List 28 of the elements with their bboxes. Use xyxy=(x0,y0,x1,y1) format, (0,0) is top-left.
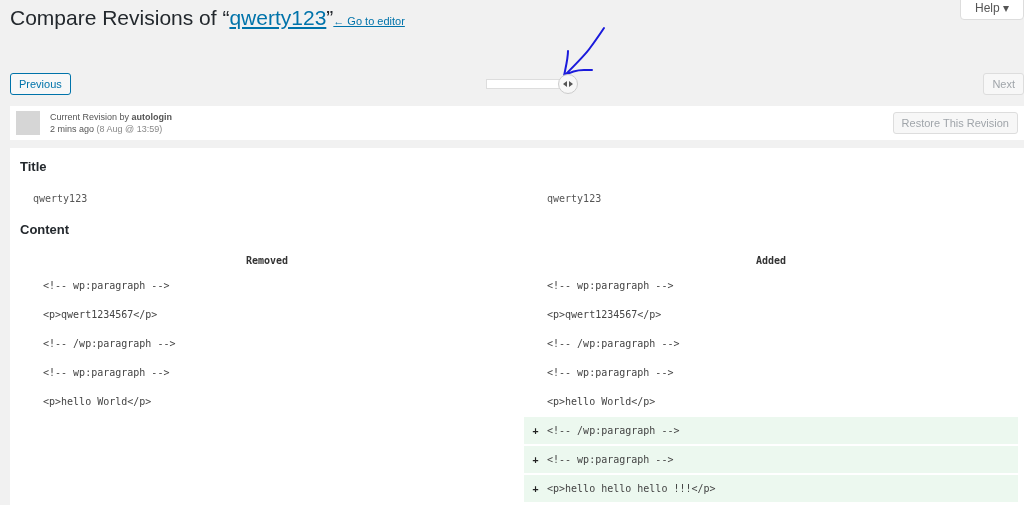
old-value: qwerty123 xyxy=(32,192,89,206)
added-column-heading: Added xyxy=(754,254,788,268)
help-button[interactable]: Help ▾ xyxy=(960,0,1024,20)
left-right-arrows-icon xyxy=(562,81,573,87)
revision-author: Current Revision by autologin xyxy=(50,111,174,123)
revision-slider[interactable] xyxy=(485,73,578,95)
revision-date: (8 Aug @ 13:59) xyxy=(96,124,163,134)
section-heading: Title xyxy=(20,158,48,176)
code-line: <p>hello World</p> xyxy=(43,396,152,407)
code-line: <!-- /wp:paragraph --> xyxy=(547,338,680,349)
code-line: <p>qwert1234567</p> xyxy=(547,309,662,320)
slider-handle[interactable] xyxy=(557,74,578,94)
code-line: <!-- wp:paragraph --> xyxy=(43,280,170,291)
new-value: qwerty123 xyxy=(546,192,603,206)
removed-column-heading: Removed xyxy=(244,254,290,268)
revision-time: 2 mins ago xyxy=(50,124,95,134)
post-title-link[interactable]: qwerty123 xyxy=(229,6,327,29)
code-line: <!-- /wp:paragraph --> xyxy=(43,338,176,349)
section-heading: Content xyxy=(20,221,71,239)
code-line: <!-- wp:paragraph --> xyxy=(547,280,674,291)
code-line: <!-- wp:paragraph --> xyxy=(43,367,170,378)
previous-button[interactable]: Previous xyxy=(10,73,71,95)
go-to-editor-link[interactable]: ← Go to editor xyxy=(333,15,405,27)
page-title: Compare Revisions of “qwerty123” xyxy=(10,5,334,31)
avatar-placeholder xyxy=(16,111,40,135)
code-line: <!-- wp:paragraph --> xyxy=(547,367,674,378)
code-line: <p>hello World</p> xyxy=(547,396,656,407)
code-line: <p>qwert1234567</p> xyxy=(43,309,158,320)
